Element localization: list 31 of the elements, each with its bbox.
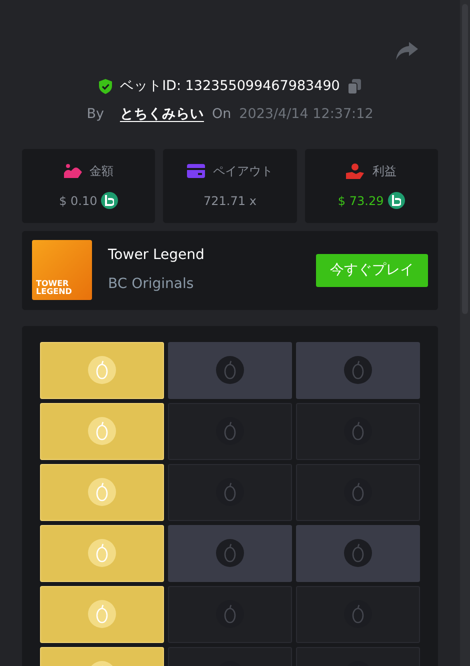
on-label: On xyxy=(212,105,232,124)
copy-icon[interactable] xyxy=(348,78,361,94)
stat-label: 金額 xyxy=(90,162,114,180)
game-provider: BC Originals xyxy=(108,275,195,294)
bet-id-text: ベットID: 132355099467983490 xyxy=(120,77,340,96)
shield-check-icon xyxy=(99,78,112,94)
stat-label: 利益 xyxy=(372,162,396,180)
by-label: By xyxy=(86,105,104,124)
stat-value: $ 73.29 xyxy=(338,192,384,210)
logo-text: TOWER LEGEND xyxy=(36,280,73,296)
hand-coin-icon xyxy=(64,162,82,178)
egg-icon xyxy=(87,599,117,629)
user-link[interactable]: とちくみらい xyxy=(120,104,204,124)
stat-value: 721.71 x xyxy=(204,192,256,210)
game-title: Tower Legend xyxy=(108,246,206,265)
coin-icon xyxy=(101,192,118,209)
egg-icon xyxy=(215,355,245,385)
coin-icon xyxy=(388,192,405,209)
egg-icon xyxy=(87,477,117,507)
egg-icon xyxy=(215,538,245,568)
card-icon xyxy=(186,164,205,178)
egg-icon xyxy=(87,416,117,446)
egg-icon xyxy=(343,538,373,568)
stat-label: ペイアウト xyxy=(212,162,273,180)
share-icon[interactable] xyxy=(396,42,418,60)
egg-icon xyxy=(343,355,373,385)
bet-date: 2023/4/14 12:37:12 xyxy=(239,105,374,124)
hand-person-icon xyxy=(346,162,364,178)
egg-icon xyxy=(87,538,117,568)
egg-icon xyxy=(87,355,117,385)
stat-value: $ 0.10 xyxy=(59,192,98,210)
